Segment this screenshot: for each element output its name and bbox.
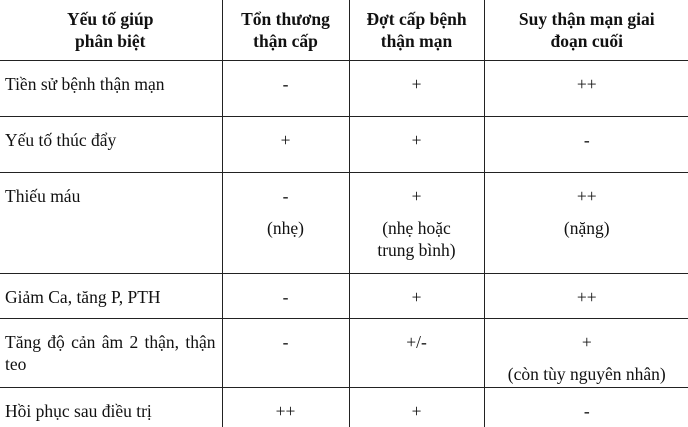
header-esrd: Suy thận mạn giai đoạn cuối <box>484 0 688 61</box>
ackd-cell: + <box>349 117 484 173</box>
cell-value: + <box>412 287 422 307</box>
table-row: Hồi phục sau điều trị+++- <box>0 388 688 427</box>
cell-value: + <box>412 130 422 150</box>
table-row: Giảm Ca, tăng P, PTH-+++ <box>0 274 688 319</box>
factor-cell: Hồi phục sau điều trị <box>0 388 222 427</box>
cell-value: + <box>412 186 422 206</box>
factor-cell: Giảm Ca, tăng P, PTH <box>0 274 222 319</box>
factor-cell: Yếu tố thúc đẩy <box>0 117 222 173</box>
cell-note: (còn tùy nguyên nhân) <box>491 363 684 385</box>
esrd-cell: ++ (nặng) <box>484 173 688 274</box>
ackd-cell: + <box>349 388 484 427</box>
cell-value: - <box>283 186 289 206</box>
cell-value: + <box>281 130 291 150</box>
cell-note: (nhẹ hoặc trung bình) <box>356 217 478 261</box>
cell-value: ++ <box>577 287 597 307</box>
header-aki: Tổn thương thận cấp <box>222 0 349 61</box>
esrd-cell: ++ <box>484 61 688 117</box>
aki-cell: ++ <box>222 388 349 427</box>
cell-value: + <box>412 401 422 421</box>
cell-value: +/- <box>406 332 427 352</box>
cell-value: - <box>584 401 590 421</box>
aki-cell: - (nhẹ) <box>222 173 349 274</box>
table-row: Thiếu máu - (nhẹ) + (nhẹ hoặc trung bình) ++ (… <box>0 173 688 274</box>
ackd-cell: +/- <box>349 319 484 388</box>
aki-cell: - <box>222 61 349 117</box>
esrd-cell: + (còn tùy nguyên nhân) <box>484 319 688 388</box>
header-factor: Yếu tố giúp phân biệt <box>0 0 222 61</box>
cell-value: - <box>283 287 289 307</box>
table-row: Tiền sử bệnh thận mạn-+++ <box>0 61 688 117</box>
ackd-cell: + (nhẹ hoặc trung bình) <box>349 173 484 274</box>
cell-note: (nặng) <box>491 217 684 239</box>
ackd-cell: + <box>349 274 484 319</box>
cell-value: - <box>283 332 289 352</box>
cell-value: ++ <box>577 74 597 94</box>
cell-value: + <box>582 332 592 352</box>
factor-cell: Tăng độ cản âm 2 thận, thận teo <box>0 319 222 388</box>
esrd-cell: - <box>484 388 688 427</box>
factor-cell: Thiếu máu <box>0 173 222 274</box>
aki-cell: - <box>222 319 349 388</box>
aki-cell: + <box>222 117 349 173</box>
esrd-cell: - <box>484 117 688 173</box>
ackd-cell: + <box>349 61 484 117</box>
cell-value: + <box>412 74 422 94</box>
table-row: Tăng độ cản âm 2 thận, thận teo - +/- + (còn… <box>0 319 688 388</box>
esrd-cell: ++ <box>484 274 688 319</box>
cell-value: - <box>584 130 590 150</box>
table-row: Yếu tố thúc đẩy + + - <box>0 117 688 173</box>
factor-cell: Tiền sử bệnh thận mạn <box>0 61 222 117</box>
cell-value: ++ <box>577 186 597 206</box>
cell-value: ++ <box>276 401 296 421</box>
header-ackd: Đợt cấp bệnh thận mạn <box>349 0 484 61</box>
aki-cell: - <box>222 274 349 319</box>
cell-note: (nhẹ) <box>229 217 343 239</box>
differential-table: Yếu tố giúp phân biệt Tổn thương thận cấ… <box>0 0 688 427</box>
cell-value: - <box>283 74 289 94</box>
header-row: Yếu tố giúp phân biệt Tổn thương thận cấ… <box>0 0 688 61</box>
